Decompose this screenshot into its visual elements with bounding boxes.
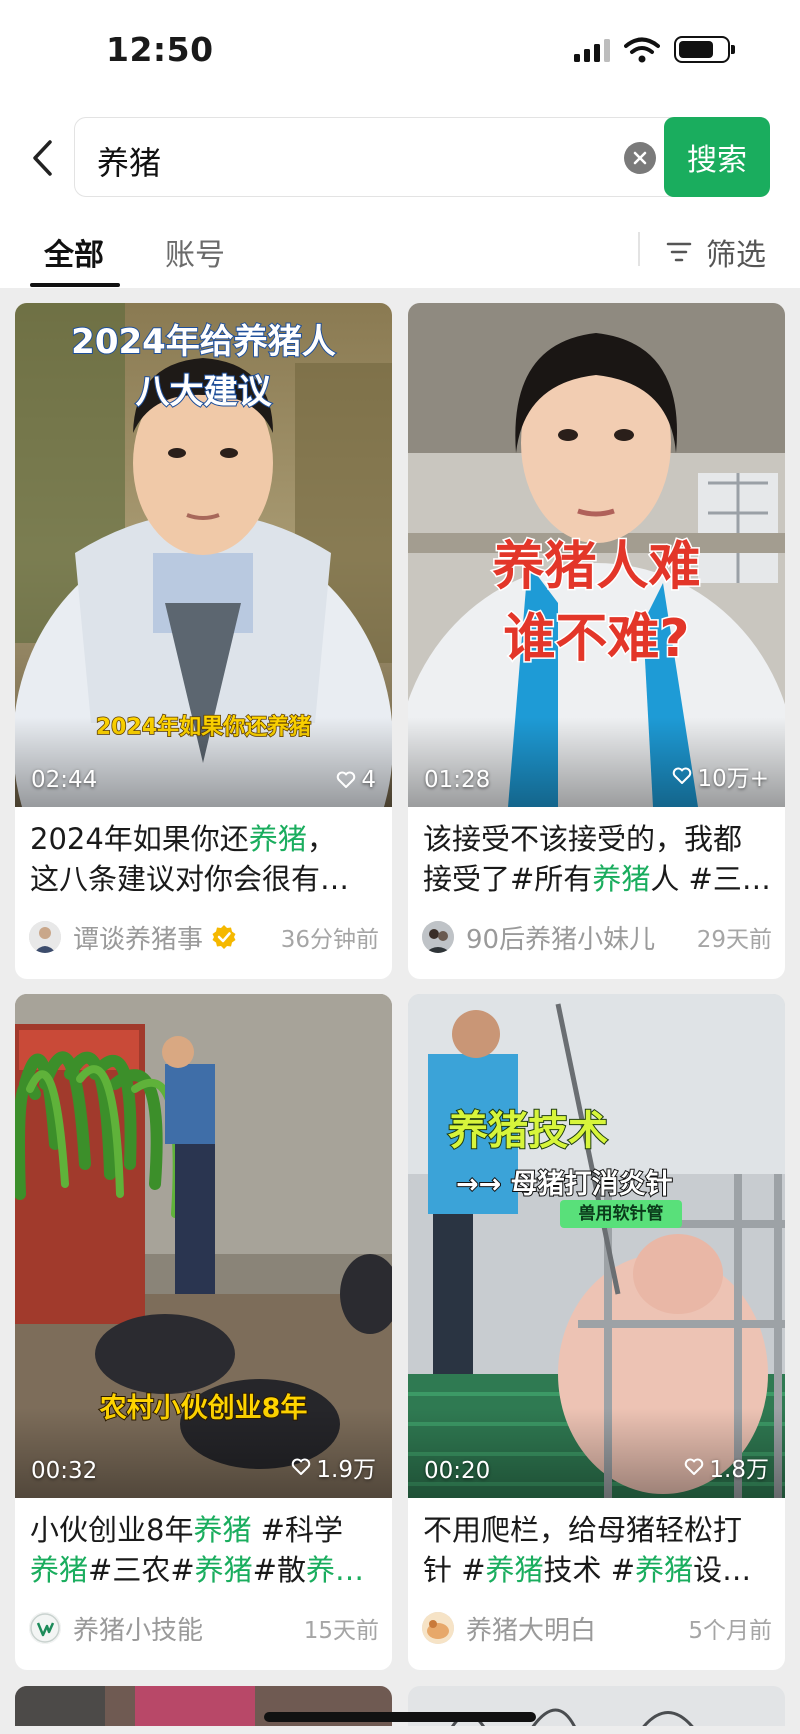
search-query-text: 养猪 [97,144,162,182]
keyword-highlight: 养… [305,1553,364,1587]
keyword-highlight: 养猪 [194,1553,253,1587]
keyword-highlight: 养猪 [248,822,307,856]
video-description: 该接受不该接受的，我都 接受了#所有养猪人 #三… [423,822,771,896]
filter-button[interactable]: 筛选 [666,230,766,274]
video-description: 小伙创业8年养猪 #科学 养猪#三农#养猪#散养… [30,1513,364,1587]
video-meta: 谭谈养猪事 36分钟前 [29,917,379,957]
author-name[interactable]: 养猪大明白 [466,1610,596,1647]
tab-account[interactable]: 账号 [165,230,225,274]
filter-label: 筛选 [706,238,766,273]
back-arrow-icon [33,140,52,176]
thumbnail-overlay-tag: 兽用软针管 [560,1200,682,1228]
avatar[interactable] [29,1612,61,1644]
post-time: 15天前 [303,1618,379,1644]
home-indicator[interactable] [264,1712,536,1722]
author-name[interactable]: 90后养猪小妹儿 [466,919,655,956]
keyword-highlight: 养猪 [592,862,651,896]
heart-icon [292,1458,311,1475]
like-count: 4 [336,767,376,793]
status-time: 12:50 [106,30,214,69]
like-count-value: 4 [361,767,376,793]
video-description: 2024年如果你还养猪， 这八条建议对你会很有… [30,822,350,896]
video-description: 不用爬栏，给母猪轻松打 针 #养猪技术 #养猪设… [423,1513,752,1587]
keyword-highlight: 养猪 [30,1553,89,1587]
cellular-signal-icon [574,38,610,62]
video-thumbnail[interactable]: 养猪人难 谁不难? 01:28 10万+ [408,303,785,807]
video-meta: 养猪小技能 15天前 [29,1608,379,1648]
avatar[interactable] [422,1612,454,1644]
thumbnail-shade [15,717,392,807]
video-thumbnail[interactable]: 农村小伙创业8年 00:32 1.9万 [15,994,392,1498]
search-button[interactable]: 搜索 [664,117,770,197]
author-name[interactable]: 谭谈养猪事 [73,919,203,956]
like-count: 1.8万 [684,1450,769,1484]
video-duration: 00:32 [31,1458,98,1484]
keyword-highlight: 养猪 [635,1553,694,1587]
video-card[interactable]: 农村小伙创业8年 00:32 1.9万 小伙创业8年养猪 #科学 养猪#三农#养… [15,994,392,1670]
video-card[interactable]: 养猪人难 谁不难? 01:28 10万+ 该接受不该接受的，我都 接受了#所有养… [408,303,785,979]
wifi-icon [624,37,660,62]
filter-icon [666,242,692,262]
video-meta: 养猪大明白 5个月前 [422,1608,772,1648]
search-input[interactable]: 养猪 [74,117,674,197]
like-count: 10万+ [672,759,769,793]
verified-badge-icon [212,925,236,949]
status-icons [574,36,735,63]
thumbnail-overlay-title: 2024年给养猪人 八大建议 [70,321,337,413]
video-duration: 02:44 [31,767,98,793]
clear-search-button[interactable] [624,142,656,174]
like-count-value: 1.8万 [709,1457,769,1483]
keyword-highlight: 养猪 [193,1513,252,1547]
thumbnail-overlay-subtitle: →→ 母猪打消炎针 [455,1168,674,1201]
tab-divider [638,232,640,266]
active-tab-indicator [30,283,120,287]
post-time: 29天前 [696,927,772,953]
heart-icon [337,771,356,788]
battery-icon [674,36,735,63]
thumbnail-overlay-title: 养猪技术 [447,1107,609,1155]
close-icon [633,151,647,165]
video-card[interactable]: 2024年给养猪人 八大建议 2024年如果你还养猪 02:44 4 2024年… [15,303,392,979]
author-name[interactable]: 养猪小技能 [73,1610,203,1647]
heart-icon [673,767,692,784]
thumbnail-overlay-title: 养猪人难 谁不难? [491,536,702,671]
avatar[interactable] [29,921,61,953]
video-duration: 01:28 [424,767,491,793]
like-count-value: 10万+ [697,766,769,792]
video-duration: 00:20 [424,1458,491,1484]
heart-icon [685,1458,704,1475]
keyword-highlight: 养猪 [485,1553,544,1587]
like-count-value: 1.9万 [316,1457,376,1483]
back-button[interactable] [22,128,62,188]
video-thumbnail[interactable]: 养猪技术 →→ 母猪打消炎针 兽用软针管 00:20 1.8万 [408,994,785,1498]
post-time: 5个月前 [688,1618,772,1644]
video-card[interactable]: 养猪技术 →→ 母猪打消炎针 兽用软针管 00:20 1.8万 不用爬栏，给母猪… [408,994,785,1670]
like-count: 1.9万 [291,1450,376,1484]
avatar[interactable] [422,921,454,953]
video-meta: 90后养猪小妹儿 29天前 [422,917,772,957]
post-time: 36分钟前 [280,927,379,953]
tab-all[interactable]: 全部 [44,230,104,274]
video-thumbnail[interactable]: 2024年给养猪人 八大建议 2024年如果你还养猪 02:44 4 [15,303,392,807]
